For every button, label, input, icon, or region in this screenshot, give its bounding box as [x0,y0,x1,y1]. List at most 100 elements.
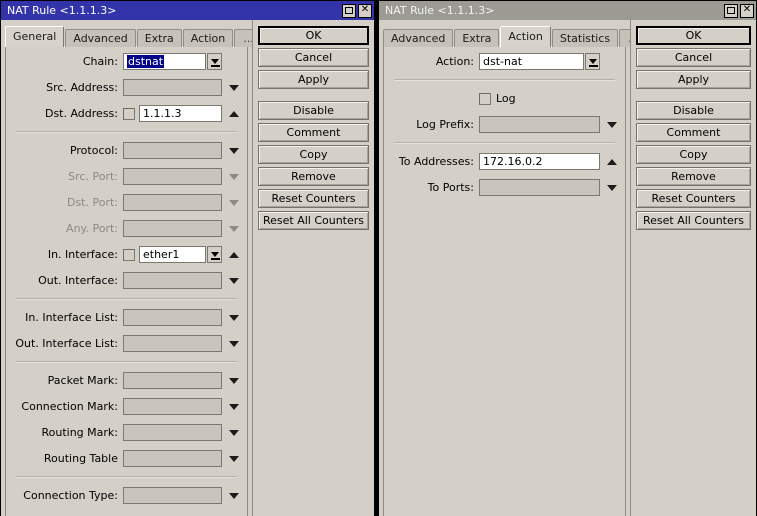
form-row-out-interface-list: Out. Interface List: [6,335,247,352]
input-src-address[interactable] [123,79,222,96]
arrow-down-icon[interactable] [227,84,241,91]
titlebar-right[interactable]: NAT Rule <1.1.1.3> ✕ [379,1,756,20]
input-log-prefix[interactable] [479,116,600,133]
form-row-chain: Chain: dstnat [6,53,247,70]
ok-button[interactable]: OK [636,26,751,45]
tab-statistics[interactable]: Statistics [551,29,619,47]
input-connection-mark[interactable] [123,398,222,415]
checkbox-dst-address[interactable] [123,107,135,120]
form-row-to-addresses: To Addresses: 172.16.0.2 [384,153,625,170]
form-row-routing-mark: Routing Mark: [6,424,247,441]
arrow-down-icon[interactable] [227,147,241,154]
reset-counters-button[interactable]: Reset Counters [636,189,751,208]
input-in-interface-list[interactable] [123,309,222,326]
arrow-down-icon[interactable] [605,121,619,128]
input-out-interface[interactable] [123,272,222,289]
remove-button[interactable]: Remove [636,167,751,186]
arrow-down-icon[interactable] [227,455,241,462]
field-control [479,116,619,133]
button-group-gap [258,92,369,101]
maximize-icon[interactable] [342,3,356,18]
tab-extra[interactable]: Extra [136,29,182,47]
dropdown-button-icon[interactable] [207,53,222,70]
arrow-up-icon[interactable] [605,158,619,165]
arrow-up-icon[interactable] [227,110,241,117]
reset-counters-button[interactable]: Reset Counters [258,189,369,208]
nat-rule-window-action[interactable]: NAT Rule <1.1.1.3> ✕ Advanced Extra Action… [378,0,757,516]
arrow-down-icon[interactable] [227,199,241,206]
checkbox-label: Log [496,92,516,105]
arrow-up-icon[interactable] [227,251,241,258]
tab-action[interactable]: Action [182,29,234,47]
form-row-any-port: Any. Port: [6,220,247,237]
label-chain: Chain: [82,55,118,68]
checkbox-log[interactable] [479,92,491,105]
input-dst-address[interactable]: 1.1.1.3 [139,105,222,122]
close-icon[interactable]: ✕ [740,3,754,18]
input-any-port[interactable] [123,220,222,237]
cancel-button[interactable]: Cancel [636,48,751,67]
maximize-icon[interactable] [724,3,738,18]
arrow-down-icon[interactable] [227,429,241,436]
dropdown-button-icon[interactable] [585,53,600,70]
apply-button[interactable]: Apply [636,70,751,89]
disable-button[interactable]: Disable [258,101,369,120]
tab-general[interactable]: General [5,26,65,47]
cancel-button[interactable]: Cancel [258,48,369,67]
input-dst-port[interactable] [123,194,222,211]
arrow-down-icon[interactable] [227,492,241,499]
ok-button[interactable]: OK [258,26,369,45]
input-to-addresses[interactable]: 172.16.0.2 [479,153,600,170]
remove-button[interactable]: Remove [258,167,369,186]
field-control [123,168,241,185]
form-row-out-interface: Out. Interface: [6,272,247,289]
comment-button[interactable]: Comment [636,123,751,142]
titlebar-left[interactable]: NAT Rule <1.1.1.3> ✕ [1,1,374,20]
tab-advanced[interactable]: Advanced [383,29,454,47]
copy-button[interactable]: Copy [258,145,369,164]
input-action[interactable]: dst-nat [479,53,584,70]
tab-advanced[interactable]: Advanced [65,29,136,47]
input-routing-table[interactable] [123,450,222,467]
form-row-connection-type: Connection Type: [6,487,247,504]
input-chain[interactable]: dstnat [123,53,206,70]
dropdown-button-icon[interactable] [207,246,222,263]
arrow-down-icon[interactable] [227,377,241,384]
arrow-down-icon[interactable] [227,277,241,284]
arrow-down-icon[interactable] [227,340,241,347]
form-row-to-ports: To Ports: [384,179,625,196]
input-packet-mark[interactable] [123,372,222,389]
section-separator [16,476,237,478]
input-in-interface[interactable]: ether1 [139,246,206,263]
arrow-down-icon[interactable] [605,184,619,191]
nat-rule-window-general[interactable]: NAT Rule <1.1.1.3> ✕ General Advanced Extr… [0,0,375,516]
arrow-down-icon[interactable] [227,173,241,180]
close-icon[interactable]: ✕ [358,3,372,18]
input-routing-mark[interactable] [123,424,222,441]
arrow-down-icon[interactable] [227,225,241,232]
tab-item[interactable]: ... [234,29,252,47]
field-control [123,372,241,389]
disable-button[interactable]: Disable [636,101,751,120]
copy-button[interactable]: Copy [636,145,751,164]
input-out-interface-list[interactable] [123,335,222,352]
arrow-down-icon[interactable] [227,403,241,410]
checkbox-in-interface[interactable] [123,248,135,261]
input-protocol[interactable] [123,142,222,159]
input-to-ports[interactable] [479,179,600,196]
field-control: 172.16.0.2 [479,153,619,170]
input-src-port[interactable] [123,168,222,185]
tab-extra[interactable]: Extra [454,29,500,47]
tab-item[interactable]: ... [619,29,630,47]
reset-all-counters-button[interactable]: Reset All Counters [636,211,751,230]
comment-button[interactable]: Comment [258,123,369,142]
section-separator [16,361,237,363]
input-connection-type[interactable] [123,487,222,504]
arrow-down-icon[interactable] [227,314,241,321]
label-in-interface-list: In. Interface List: [25,311,118,324]
label-src-address: Src. Address: [46,81,118,94]
apply-button[interactable]: Apply [258,70,369,89]
reset-all-counters-button[interactable]: Reset All Counters [258,211,369,230]
tab-action[interactable]: Action [500,26,551,47]
field-control [479,179,619,196]
